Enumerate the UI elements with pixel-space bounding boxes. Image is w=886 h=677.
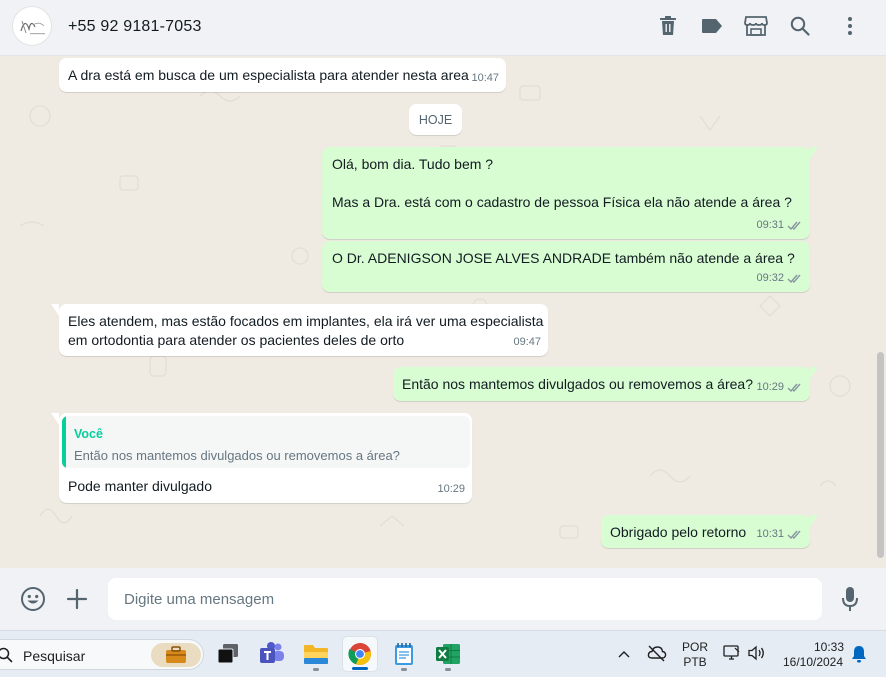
catalog-icon[interactable] (742, 12, 770, 40)
notepad-icon[interactable] (386, 636, 422, 672)
date-divider: HOJE (409, 104, 462, 135)
message-time: 10:29 (756, 381, 784, 393)
taskbar-search-box[interactable]: Pesquisar (0, 639, 204, 670)
excel-icon[interactable] (430, 636, 466, 672)
taskbar-search-label: Pesquisar (23, 648, 86, 664)
message-bubble-incoming-reply[interactable]: Você Então nos mantemos divulgados ou re… (51, 413, 472, 503)
message-text: Mas a Dra. está com o cadastro de pessoa… (332, 194, 792, 210)
message-bubble-incoming[interactable]: A dra está em busca de um especialista p… (59, 58, 506, 92)
chat-header: +55 92 9181-7053 (0, 0, 886, 56)
message-text: Olá, bom dia. Tudo bem ? (332, 156, 494, 172)
clock-time: 10:33 (813, 640, 844, 654)
cloud-offline-icon[interactable] (647, 644, 667, 667)
input-language-indicator[interactable]: POR PTB (681, 640, 709, 670)
notification-bell-icon[interactable] (851, 645, 867, 668)
message-text: A dra está em busca de um especialista p… (68, 67, 469, 83)
message-time: 09:31 (756, 219, 784, 231)
message-time: 10:47 (471, 72, 499, 84)
message-time: 10:31 (756, 528, 784, 540)
contact-name[interactable]: +55 92 9181-7053 (68, 18, 202, 36)
quoted-text: Então nos mantemos divulgados ou removem… (74, 448, 400, 463)
message-bubble-outgoing[interactable]: Então nos mantemos divulgados ou removem… (393, 367, 818, 401)
read-ticks-icon (787, 274, 801, 284)
message-bubble-outgoing[interactable]: O Dr. ADENIGSON JOSE ALVES ANDRADE també… (322, 241, 810, 292)
file-explorer-icon[interactable] (298, 636, 334, 672)
chrome-icon[interactable] (342, 636, 378, 672)
search-icon[interactable] (786, 12, 814, 40)
chat-scrollbar[interactable] (877, 352, 884, 558)
active-indicator (352, 667, 368, 670)
taskbar-search-icon (0, 647, 13, 663)
network-icon[interactable] (723, 645, 741, 666)
task-view-icon[interactable] (210, 636, 246, 672)
running-indicator (445, 668, 451, 671)
label-icon[interactable] (698, 12, 726, 40)
attach-plus-icon[interactable] (63, 585, 91, 613)
message-text: O Dr. ADENIGSON JOSE ALVES ANDRADE també… (332, 250, 795, 266)
message-list[interactable]: A dra está em busca de um especialista p… (0, 56, 886, 568)
system-clock[interactable]: 10:33 16/10/2024 (778, 640, 848, 670)
message-text: Pode manter divulgado (68, 478, 212, 494)
message-time: 10:29 (437, 483, 465, 495)
bubble-tail (810, 147, 818, 159)
menu-icon[interactable] (836, 12, 864, 40)
message-bubble-incoming[interactable]: Eles atendem, mas estão focados em impla… (51, 304, 548, 356)
message-composer (0, 568, 886, 630)
quoted-message[interactable]: Você Então nos mantemos divulgados ou re… (62, 416, 470, 468)
volume-icon[interactable] (747, 645, 767, 666)
bubble-tail (810, 367, 818, 379)
emoji-icon[interactable] (19, 585, 47, 613)
running-indicator (401, 668, 407, 671)
read-ticks-icon (787, 383, 801, 393)
quote-accent-bar (62, 416, 66, 468)
read-ticks-icon (787, 530, 801, 540)
language-line1: POR (681, 640, 708, 654)
windows-taskbar: Pesquisar POR PTB 10:33 16/10/2024 (0, 630, 886, 677)
message-time: 09:32 (756, 272, 784, 284)
running-indicator (313, 668, 319, 671)
message-text: em ortodontia para atender os pacientes … (68, 332, 405, 348)
show-hidden-icons-icon[interactable] (616, 646, 632, 667)
bubble-tail (51, 304, 59, 316)
language-line2: PTB (683, 655, 707, 669)
work-briefcase-icon[interactable] (151, 643, 201, 667)
bubble-tail (51, 413, 59, 425)
message-time: 09:47 (513, 336, 541, 348)
delete-icon[interactable] (654, 12, 682, 40)
message-bubble-outgoing[interactable]: Obrigado pelo retorno 10:31 (601, 515, 818, 548)
message-input[interactable] (108, 578, 822, 620)
message-text: Obrigado pelo retorno (610, 524, 747, 540)
message-bubble-outgoing[interactable]: Olá, bom dia. Tudo bem ? Mas a Dra. está… (322, 147, 818, 239)
read-ticks-icon (787, 221, 801, 231)
microphone-icon[interactable] (836, 585, 864, 613)
clock-date: 16/10/2024 (782, 655, 844, 669)
contact-logo-icon (20, 20, 45, 35)
bubble-tail (810, 515, 818, 527)
message-text: Então nos mantemos divulgados ou removem… (402, 376, 753, 392)
contact-avatar[interactable] (12, 6, 52, 46)
message-text: Eles atendem, mas estão focados em impla… (68, 313, 544, 329)
quoted-author: Você (74, 427, 103, 441)
teams-icon[interactable] (254, 636, 290, 672)
